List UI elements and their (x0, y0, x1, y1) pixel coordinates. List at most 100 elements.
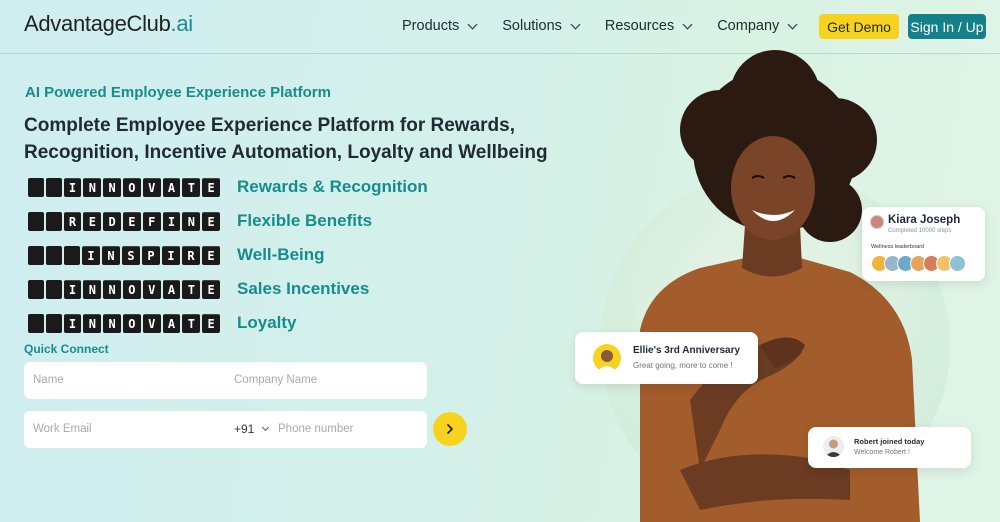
board-letter-tile: D (103, 211, 122, 231)
board-letter-tile: O (123, 177, 141, 197)
card-subtitle: Great going, more to come ! (633, 361, 733, 370)
submit-button[interactable] (433, 412, 467, 446)
board-letter-tile: I (63, 313, 82, 333)
chevron-down-icon (787, 19, 798, 29)
board-letter-tile: I (162, 245, 180, 265)
board-letter-tile: N (103, 177, 122, 197)
board-letter-tile: F (142, 211, 161, 231)
board-letter-tile: N (83, 177, 102, 197)
board-letter-tile: R (63, 211, 82, 231)
board-letter-tile: N (83, 313, 102, 333)
chevron-right-icon (447, 424, 453, 434)
quick-connect-title: Quick Connect (24, 342, 109, 356)
board-letter-tile: T (182, 177, 201, 197)
board-letter-tile: V (142, 279, 161, 299)
board-letter-tile: E (202, 279, 220, 299)
leaderboard-avatars (871, 255, 966, 272)
split-flap-board: INNOVATE (28, 313, 220, 334)
board-letter-tile: T (182, 279, 201, 299)
feature-rows: INNOVATE Rewards & Recognition REDEFINE … (28, 170, 428, 340)
phone-number-input[interactable]: Phone number (278, 423, 353, 435)
board-letter-tile: E (202, 211, 220, 231)
ellie-anniversary-card: Ellie's 3rd Anniversary Great going, mor… (575, 332, 758, 384)
board-letter-tile: N (103, 313, 122, 333)
board-blank-tile (45, 279, 62, 299)
avatar (823, 436, 844, 457)
board-blank-tile (45, 177, 62, 197)
split-flap-board: INNOVATE (28, 279, 220, 300)
country-code-select[interactable]: +91 (234, 422, 270, 436)
nav-item-label: Resources (604, 18, 675, 34)
board-letter-tile: E (202, 313, 220, 333)
feature-row: REDEFINE Flexible Benefits (28, 204, 428, 238)
chevron-down-icon (570, 19, 581, 29)
split-flap-board: REDEFINE (28, 211, 220, 232)
board-letter-tile: V (142, 177, 161, 197)
board-letter-tile: E (202, 245, 220, 265)
work-email-input[interactable]: Work Email (33, 423, 92, 435)
board-letter-tile: N (182, 211, 201, 231)
card-subtitle: Completed 10000 steps (888, 228, 952, 234)
board-letter-tile: O (123, 279, 141, 299)
feature-row: INNOVATE Rewards & Recognition (28, 170, 428, 204)
nav-item-solutions[interactable]: Solutions (502, 18, 581, 34)
leaderboard-label: Wellness leaderboard (871, 244, 925, 250)
avatar (949, 255, 966, 272)
feature-row: INSPIRE Well-Being (28, 238, 428, 272)
top-navigation: AdvantageClub. ai Products Solutions Reso… (0, 0, 1000, 54)
board-letter-tile: A (162, 177, 181, 197)
board-blank-tile (28, 279, 44, 299)
board-letter-tile: I (82, 245, 100, 265)
split-flap-board: INSPIRE (28, 245, 220, 266)
feature-label: Rewards & Recognition (237, 177, 428, 196)
board-blank-tile (46, 245, 62, 265)
board-blank-tile (28, 211, 44, 231)
email-phone-row: Work Email +91 Phone number (24, 411, 427, 448)
name-company-row: Name Company Name (24, 362, 427, 399)
board-letter-tile: I (162, 211, 181, 231)
nav-item-company[interactable]: Company (717, 18, 798, 34)
board-letter-tile: E (123, 211, 141, 231)
card-name: Kiara Joseph (888, 214, 961, 226)
board-letter-tile: I (63, 279, 82, 299)
board-letter-tile: S (122, 245, 140, 265)
board-letter-tile: E (83, 211, 102, 231)
name-input[interactable]: Name (33, 374, 64, 386)
brand-suffix: ai (176, 11, 193, 36)
company-name-input[interactable]: Company Name (234, 374, 317, 386)
avatar (593, 344, 621, 372)
nav-item-products[interactable]: Products (402, 18, 478, 34)
card-title: Ellie's 3rd Anniversary (633, 345, 741, 356)
card-subtitle: Welcome Robert ! (854, 449, 910, 456)
board-blank-tile (28, 313, 44, 333)
split-flap-board: INNOVATE (28, 177, 220, 198)
get-demo-button[interactable]: Get Demo (819, 14, 899, 39)
nav-item-label: Products (402, 18, 460, 34)
nav-item-label: Solutions (502, 18, 562, 34)
board-letter-tile: N (102, 245, 120, 265)
card-title: Robert joined today (854, 437, 925, 446)
feature-label: Loyalty (237, 313, 297, 332)
nav-item-resources[interactable]: Resources (604, 18, 693, 34)
feature-label: Well-Being (237, 245, 325, 264)
brand-name: AdvantageClub (24, 11, 171, 36)
board-letter-tile: E (202, 177, 220, 197)
kiara-leaderboard-card: Kiara Joseph Completed 10000 steps Welln… (862, 207, 985, 281)
feature-row: INNOVATE Loyalty (28, 306, 428, 340)
board-letter-tile: O (123, 313, 141, 333)
avatar (870, 215, 884, 229)
chevron-down-icon (467, 19, 478, 29)
feature-row: INNOVATE Sales Incentives (28, 272, 428, 306)
board-letter-tile: T (182, 313, 201, 333)
sign-in-button[interactable]: Sign In / Up (908, 14, 986, 39)
hero-tagline: AI Powered Employee Experience Platform (25, 84, 331, 101)
board-letter-tile: A (162, 313, 181, 333)
feature-label: Sales Incentives (237, 279, 370, 298)
chevron-down-icon (262, 423, 270, 432)
board-letter-tile: V (142, 313, 161, 333)
brand-logo[interactable]: AdvantageClub. ai (24, 11, 193, 37)
country-code-value: +91 (234, 422, 255, 436)
board-blank-tile (28, 177, 44, 197)
nav-item-label: Company (717, 18, 780, 34)
board-blank-tile (64, 245, 80, 265)
